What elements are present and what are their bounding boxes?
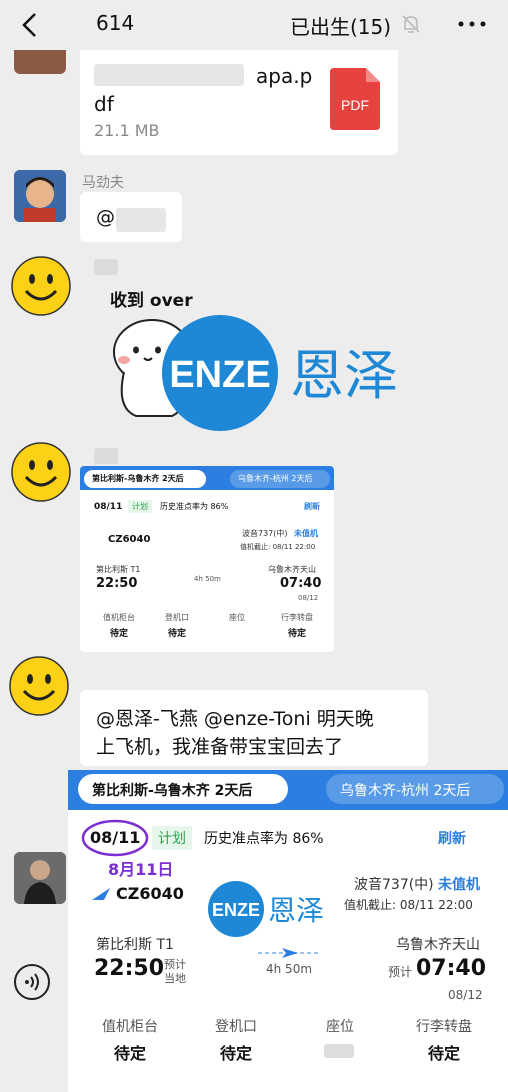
- sender-name: 马劲夫: [82, 175, 124, 191]
- val-gate: 待定: [219, 1044, 252, 1063]
- smiley-avatar-icon[interactable]: [8, 655, 70, 717]
- file-name-cont: df: [94, 92, 114, 116]
- col-baggage: 行李转盘: [281, 613, 313, 622]
- flight-card-thumbnail[interactable]: 第比利斯-乌鲁木齐 2天后 乌鲁木齐-杭州 2天后 08/11 计划 历史准点率…: [80, 466, 334, 652]
- checkin-status: 未值机: [438, 877, 480, 893]
- col-checkin-counter: 值机柜台: [103, 613, 135, 622]
- col-gate: 登机口: [215, 1019, 257, 1035]
- flight-duration: 4h 50m: [194, 575, 221, 583]
- watermark-cn-text: 恩泽: [268, 894, 324, 927]
- smiley-avatar-icon[interactable]: [10, 255, 72, 317]
- val-checkin-counter: 待定: [109, 629, 128, 639]
- departure-time: 22:50: [96, 576, 138, 591]
- arrival-airport: 乌鲁木齐天山: [268, 565, 316, 574]
- arrival-time: 07:40: [280, 576, 322, 591]
- flight-date: 08/11: [94, 502, 123, 512]
- arrival-date: 08/12: [448, 988, 483, 1002]
- checkin-status: 未值机: [294, 529, 318, 538]
- checkin-deadline: 值机截止: 08/11 22:00: [344, 898, 473, 912]
- plane-route-icon: [258, 948, 318, 958]
- person-photo-icon: [14, 852, 66, 904]
- pdf-file-icon: PDF: [330, 68, 380, 130]
- val-gate: 待定: [167, 629, 186, 639]
- plan-badge: 计划: [152, 826, 192, 850]
- refresh-button[interactable]: 刷新: [304, 501, 320, 512]
- redacted-text: [116, 208, 166, 232]
- message-line-1: @恩泽-飞燕 @enze-Toni 明天晚: [96, 708, 374, 730]
- more-dots-icon[interactable]: [456, 14, 488, 34]
- checkin-deadline: 值机截止: 08/11 22:00: [240, 543, 316, 551]
- tab-route-2[interactable]: 乌鲁木齐-杭州 2天后: [230, 470, 330, 488]
- redacted-name: [94, 448, 118, 464]
- mention-text: @: [96, 206, 115, 228]
- redacted-seat: [324, 1044, 354, 1058]
- arrival-airport: 乌鲁木齐天山: [396, 937, 480, 953]
- chat-id: 614: [96, 11, 135, 35]
- file-name: apa.p: [256, 64, 313, 88]
- smiley-avatar-icon[interactable]: [10, 441, 72, 503]
- col-seat: 座位: [326, 1019, 354, 1035]
- sender-avatar-photo[interactable]: [14, 852, 66, 904]
- flight-number: CZ6040: [116, 884, 184, 903]
- aircraft-type: 波音737(中): [242, 529, 288, 538]
- text-message[interactable]: @恩泽-飞燕 @enze-Toni 明天晚 上飞机，我准备带宝宝回去了: [80, 690, 428, 766]
- tab-route-2[interactable]: 乌鲁木齐-杭州 2天后: [326, 774, 504, 804]
- flight-card-large[interactable]: 第比利斯-乌鲁木齐 2天后 乌鲁木齐-杭州 2天后 08/11 计划 历史准点率…: [68, 770, 508, 1092]
- plan-badge: 计划: [128, 500, 152, 513]
- redacted-name: [94, 259, 118, 275]
- message-line-2: 上飞机，我准备带宝宝回去了: [96, 736, 344, 758]
- file-size: 21.1 MB: [94, 121, 160, 140]
- col-baggage: 行李转盘: [416, 1019, 472, 1035]
- voice-input-button[interactable]: [14, 964, 50, 1000]
- arrival-time: 07:40: [416, 956, 487, 981]
- back-chevron-icon[interactable]: [16, 10, 46, 40]
- enze-watermark-logo: ENZE 恩泽: [162, 315, 398, 431]
- sticker-caption: 收到 over: [110, 291, 193, 311]
- col-seat: 座位: [229, 613, 245, 622]
- departure-time: 22:50: [94, 956, 165, 981]
- flight-duration: 4h 50m: [266, 962, 313, 976]
- avatar[interactable]: [14, 50, 66, 74]
- on-time-rate: 历史准点率为 86%: [204, 831, 324, 847]
- on-time-rate: 历史准点率为 86%: [160, 502, 229, 511]
- tab-route-1[interactable]: 第比利斯-乌鲁木齐 2天后: [84, 470, 206, 488]
- airline-logo-icon: [92, 888, 110, 900]
- departure-note-local: 当地: [164, 972, 186, 985]
- pdf-badge-label: PDF: [341, 97, 369, 113]
- arrival-note: 预计: [388, 965, 413, 979]
- enze-watermark-logo: ENZE 恩泽: [208, 881, 324, 937]
- annotation-circle: [81, 819, 149, 857]
- chat-header: 614 已出生(15): [0, 0, 508, 50]
- voice-icon: [25, 973, 39, 991]
- val-checkin-counter: 待定: [113, 1044, 146, 1063]
- col-gate: 登机口: [165, 613, 189, 622]
- watermark-logo-text: ENZE: [169, 354, 270, 396]
- col-checkin-counter: 值机柜台: [102, 1019, 158, 1035]
- refresh-button[interactable]: 刷新: [438, 828, 466, 848]
- departure-airport: 第比利斯 T1: [96, 565, 141, 574]
- cartoon-avatar-icon: [14, 170, 66, 222]
- departure-airport: 第比利斯 T1: [96, 937, 174, 953]
- arrival-date: 08/12: [298, 594, 319, 602]
- handwritten-annotation: 8月11日: [108, 860, 174, 879]
- aircraft-type: 波音737(中): [354, 877, 434, 893]
- sender-avatar[interactable]: [14, 170, 66, 222]
- tab-route-1[interactable]: 第比利斯-乌鲁木齐 2天后: [78, 774, 288, 804]
- val-baggage: 待定: [427, 1044, 460, 1063]
- mute-bell-icon: [402, 15, 420, 33]
- chat-title: 已出生(15): [290, 15, 392, 39]
- watermark-logo-text: ENZE: [212, 900, 260, 920]
- watermark-cn-text: 恩泽: [290, 344, 398, 407]
- redacted-text: [94, 64, 244, 86]
- flight-number: CZ6040: [108, 534, 151, 545]
- val-baggage: 待定: [287, 629, 306, 639]
